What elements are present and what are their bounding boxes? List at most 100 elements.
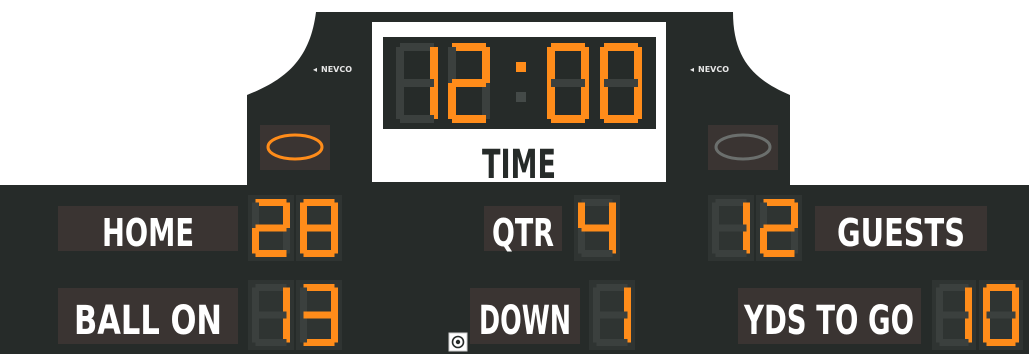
home-score-digit-2-segment-c <box>331 228 338 254</box>
home-score-digit-1-segment-c <box>283 228 290 254</box>
yds-to-go-value-digit-2-segment-d <box>986 339 1016 346</box>
yds-to-go-value-digit-2-segment-f <box>983 287 990 315</box>
home-score-digit-2-segment-d <box>303 250 335 257</box>
ball-on-value-digit-2-segment-c <box>331 315 338 343</box>
possession-guests-box <box>708 125 778 170</box>
guests-score-digit-1-segment-f <box>712 202 719 228</box>
qtr-value-digit-1-segment-g <box>581 224 613 232</box>
qtr-value-digit-1-segment-f <box>578 202 585 228</box>
svg-text:◂: ◂ <box>690 65 694 74</box>
clock-digit-1-segment-b <box>430 47 438 83</box>
nevco-logo-left-text: NEVCO <box>321 65 352 74</box>
time-label: TIME <box>482 142 556 188</box>
clock-digit-4-segment-d <box>604 115 638 123</box>
ball-on-value-digit-1-segment-d <box>255 339 287 346</box>
yds-to-go-value-digit-1-segment-e <box>936 315 943 343</box>
yds-to-go-value-digit-1-segment-b <box>965 287 972 315</box>
down-value-digit-1-segment-c <box>624 315 631 343</box>
clock-digit-4-segment-a <box>604 43 638 51</box>
home-score-digit-1-segment-a <box>255 199 287 206</box>
clock-digit-3-segment-e <box>547 83 555 119</box>
home-score-digit-1-segment-f <box>252 202 259 228</box>
nevco-logo-right-text: NEVCO <box>698 65 729 74</box>
clock-digit-3-segment-c <box>581 83 589 119</box>
guests-score-digit-1-segment-e <box>712 228 719 254</box>
qtr-value-digit-1-segment-c <box>609 228 616 254</box>
guests-score-digit-1-segment-g <box>715 224 747 232</box>
home-score-digit-1-segment-d <box>255 250 287 257</box>
clock-digit-2-segment-d <box>452 115 486 123</box>
clock-digit-2-segment-c <box>482 83 490 119</box>
guests-score-digit-2-segment-d <box>763 250 795 257</box>
clock-digit-3-segment-g <box>551 79 585 87</box>
guests-score-digit-2-segment-f <box>760 202 767 228</box>
down-label: DOWN <box>479 298 571 344</box>
ball-on-value-digit-1-segment-e <box>252 315 259 343</box>
scoreboard: ◂ NEVCO ◂ NEVCO TIME HOME BALL ON QTR DO… <box>0 12 1029 354</box>
ball-on-value-digit-1-segment-a <box>255 284 287 291</box>
possession-home-box <box>260 125 330 170</box>
home-score-digit-2-segment-a <box>303 199 335 206</box>
down-value-digit-1-segment-d <box>596 339 628 346</box>
ball-on-value-digit-2-segment-g <box>303 311 335 319</box>
clock-digit-3-segment-d <box>551 115 585 123</box>
clock-digit-1-segment-g <box>400 79 434 87</box>
home-score-digit-1-segment-g <box>255 224 287 232</box>
down-value <box>589 280 635 350</box>
ball-on-value-digit-2-segment-e <box>300 315 307 343</box>
clock-digit-1-segment-f <box>396 47 404 83</box>
yds-to-go-label: YDS TO GO <box>743 298 914 344</box>
home-score-digit-1-segment-b <box>283 202 290 228</box>
clock-colon-top <box>516 62 526 72</box>
clock-digit-2-segment-g <box>452 79 486 87</box>
clock-colon-bottom <box>516 92 526 102</box>
yds-to-go-value-digit-1-segment-g <box>939 311 969 319</box>
home-score-digit-2-segment-b <box>331 202 338 228</box>
ball-on-value-digit-2-segment-b <box>331 287 338 315</box>
guests-score-digit-1-segment-a <box>715 199 747 206</box>
clock-digit-3-segment-f <box>547 47 555 83</box>
guests-score-digit-2-segment-e <box>760 228 767 254</box>
clock-digit-2-segment-f <box>448 47 456 83</box>
clock-digit-3-segment-a <box>551 43 585 51</box>
qtr-value-digit-1-segment-b <box>609 202 616 228</box>
guests-score-digit-1-segment-c <box>743 228 750 254</box>
clock-digit-1-segment-c <box>430 83 438 119</box>
ball-on-value-digit-1-segment-b <box>283 287 290 315</box>
clock-digit-2-segment-e <box>448 83 456 119</box>
guests-score-digit-2-segment-g <box>763 224 795 232</box>
ball-on-value-digit-1-segment-c <box>283 315 290 343</box>
ball-on-value-digit-1-segment-f <box>252 287 259 315</box>
yds-to-go-value-digit-2-segment-g <box>986 311 1016 319</box>
clock-digit-1-segment-e <box>396 83 404 119</box>
home-score-digit-2-segment-e <box>300 228 307 254</box>
svg-text:◂: ◂ <box>313 65 317 74</box>
camera-icon[interactable] <box>448 332 468 352</box>
yds-to-go-value-digit-1-segment-c <box>965 315 972 343</box>
ball-on-label: BALL ON <box>74 298 222 344</box>
ball-on-value-digit-2-segment-d <box>303 339 335 346</box>
clock-digit-2-segment-a <box>452 43 486 51</box>
clock-digit-3-segment-b <box>581 47 589 83</box>
clock-digit-1-segment-d <box>400 115 434 123</box>
ball-on-value-digit-2-segment-f <box>300 287 307 315</box>
qtr-value-digit-1-segment-d <box>581 250 613 257</box>
down-value-digit-1-segment-b <box>624 287 631 315</box>
clock-digit-4-segment-f <box>600 47 608 83</box>
yds-to-go-value-digit-2-segment-a <box>986 284 1016 291</box>
yds-to-go-value-digit-1-segment-d <box>939 339 969 346</box>
guests-score-digit-2-segment-c <box>791 228 798 254</box>
home-score-digit-2-segment-f <box>300 202 307 228</box>
yds-to-go-value-digit-1-segment-a <box>939 284 969 291</box>
clock-digit-1-segment-a <box>400 43 434 51</box>
clock-digit-2-segment-b <box>482 47 490 83</box>
qtr-value <box>574 195 620 261</box>
down-value-digit-1-segment-f <box>593 287 600 315</box>
ball-on-value-digit-2-segment-a <box>303 284 335 291</box>
yds-to-go-value-digit-2-segment-c <box>1012 315 1019 343</box>
yds-to-go-value-digit-1-segment-f <box>936 287 943 315</box>
clock-digit-4-segment-g <box>604 79 638 87</box>
yds-to-go-value-digit-2-segment-e <box>983 315 990 343</box>
home-score-digit-2-segment-g <box>303 224 335 232</box>
down-value-digit-1-segment-e <box>593 315 600 343</box>
